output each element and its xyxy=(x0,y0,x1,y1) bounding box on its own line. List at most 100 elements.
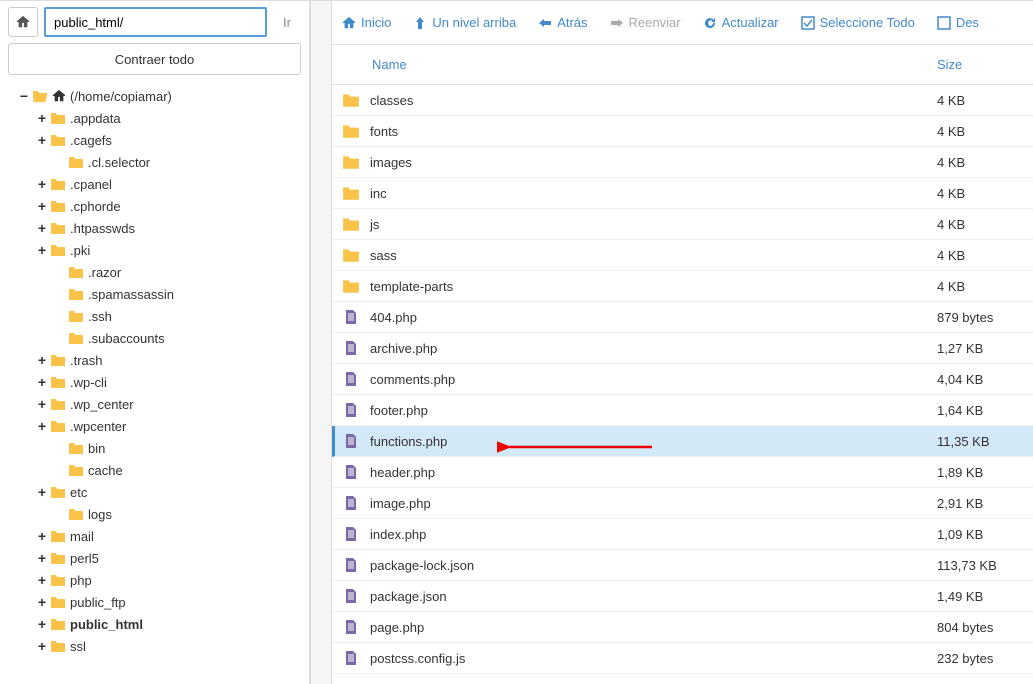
folder-open-icon xyxy=(32,89,48,103)
tree-toggle[interactable]: + xyxy=(36,638,48,654)
file-row[interactable]: images 4 KB xyxy=(332,147,1033,178)
home-button[interactable] xyxy=(8,7,38,37)
file-row[interactable]: 404.php 879 bytes xyxy=(332,302,1033,333)
file-size: 1,27 KB xyxy=(937,341,1023,356)
tree-root[interactable]: − (/home/copiamar) xyxy=(4,85,305,107)
tree-item[interactable]: + .wpcenter xyxy=(4,415,305,437)
tree-toggle[interactable]: + xyxy=(36,220,48,236)
file-icon xyxy=(340,400,362,420)
panel-divider[interactable] xyxy=(310,1,332,684)
collapse-all-button[interactable]: Contraer todo xyxy=(8,43,301,75)
tree-item[interactable]: logs xyxy=(4,503,305,525)
tree-toggle[interactable]: + xyxy=(36,396,48,412)
file-row[interactable]: postcss.config.js 232 bytes xyxy=(332,643,1033,674)
file-row[interactable]: package-lock.json 113,73 KB xyxy=(332,550,1033,581)
tree-toggle[interactable]: + xyxy=(36,484,48,500)
nivel-arriba-button[interactable]: Un nivel arriba xyxy=(413,15,516,30)
tree-toggle[interactable]: + xyxy=(36,176,48,192)
folder-icon xyxy=(68,287,84,301)
tree-label: php xyxy=(70,573,92,588)
column-size-header[interactable]: Size xyxy=(937,57,1023,72)
folder-icon xyxy=(50,243,66,257)
tree-toggle[interactable]: − xyxy=(18,88,30,104)
tree-item[interactable]: + .trash xyxy=(4,349,305,371)
tree-item[interactable]: + ssl xyxy=(4,635,305,657)
folder-icon xyxy=(50,617,66,631)
tree-item[interactable]: .razor xyxy=(4,261,305,283)
path-input[interactable] xyxy=(44,7,267,37)
tree-item[interactable]: .ssh xyxy=(4,305,305,327)
uncheck-icon xyxy=(937,16,951,30)
tree-item[interactable]: .subaccounts xyxy=(4,327,305,349)
tree-toggle[interactable]: + xyxy=(36,572,48,588)
file-icon xyxy=(340,369,362,389)
file-row[interactable]: footer.php 1,64 KB xyxy=(332,395,1033,426)
file-row[interactable]: index.php 1,09 KB xyxy=(332,519,1033,550)
folder-icon xyxy=(50,375,66,389)
file-row[interactable]: template-parts 4 KB xyxy=(332,271,1033,302)
tree-toggle[interactable]: + xyxy=(36,616,48,632)
tree-toggle[interactable]: + xyxy=(36,550,48,566)
file-row[interactable]: js 4 KB xyxy=(332,209,1033,240)
tree-toggle[interactable]: + xyxy=(36,374,48,390)
tree-toggle[interactable]: + xyxy=(36,110,48,126)
file-row[interactable]: page.php 804 bytes xyxy=(332,612,1033,643)
tree-toggle[interactable]: + xyxy=(36,198,48,214)
file-row[interactable]: header.php 1,89 KB xyxy=(332,457,1033,488)
file-row[interactable]: archive.php 1,27 KB xyxy=(332,333,1033,364)
tree-item[interactable]: .spamassassin xyxy=(4,283,305,305)
tree-toggle[interactable]: + xyxy=(36,132,48,148)
right-arrow-icon xyxy=(610,16,624,30)
file-row[interactable]: classes 4 KB xyxy=(332,85,1033,116)
tree-item[interactable]: + php xyxy=(4,569,305,591)
tree-item[interactable]: + mail xyxy=(4,525,305,547)
file-row[interactable]: image.php 2,91 KB xyxy=(332,488,1033,519)
folder-icon xyxy=(340,276,362,296)
folder-icon xyxy=(50,353,66,367)
check-icon xyxy=(801,16,815,30)
folder-icon xyxy=(50,397,66,411)
inicio-button[interactable]: Inicio xyxy=(342,15,391,30)
folder-icon xyxy=(50,573,66,587)
tree-item[interactable]: cache xyxy=(4,459,305,481)
tree-item[interactable]: + .appdata xyxy=(4,107,305,129)
tree-item[interactable]: + .cpanel xyxy=(4,173,305,195)
tree-toggle[interactable]: + xyxy=(36,528,48,544)
tree-toggle[interactable]: + xyxy=(36,418,48,434)
file-row[interactable]: inc 4 KB xyxy=(332,178,1033,209)
file-row[interactable]: sass 4 KB xyxy=(332,240,1033,271)
go-button[interactable]: Ir xyxy=(273,7,301,37)
tree-item[interactable]: + .pki xyxy=(4,239,305,261)
atras-button[interactable]: Atrás xyxy=(538,15,587,30)
seleccione-todo-button[interactable]: Seleccione Todo xyxy=(801,15,915,30)
toolbar-label: Inicio xyxy=(361,15,391,30)
file-row[interactable]: package.json 1,49 KB xyxy=(332,581,1033,612)
tree-item[interactable]: + .cphorde xyxy=(4,195,305,217)
tree-toggle[interactable]: + xyxy=(36,242,48,258)
actualizar-button[interactable]: Actualizar xyxy=(703,15,779,30)
tree-item[interactable]: .cl.selector xyxy=(4,151,305,173)
deseleccione-button[interactable]: Des xyxy=(937,15,979,30)
file-row[interactable]: fonts 4 KB xyxy=(332,116,1033,147)
tree-item[interactable]: + perl5 xyxy=(4,547,305,569)
tree-item[interactable]: + .wp_center xyxy=(4,393,305,415)
tree-item[interactable]: + public_html xyxy=(4,613,305,635)
file-row[interactable]: functions.php 11,35 KB xyxy=(332,426,1033,457)
tree-toggle[interactable]: + xyxy=(36,352,48,368)
toolbar-label: Actualizar xyxy=(722,15,779,30)
tree-label: ssl xyxy=(70,639,86,654)
reenviar-button: Reenviar xyxy=(610,15,681,30)
file-name: page.php xyxy=(370,620,937,635)
tree-item[interactable]: + .cagefs xyxy=(4,129,305,151)
tree-toggle[interactable]: + xyxy=(36,594,48,610)
file-row[interactable]: comments.php 4,04 KB xyxy=(332,364,1033,395)
tree-item[interactable]: bin xyxy=(4,437,305,459)
tree-item[interactable]: + public_ftp xyxy=(4,591,305,613)
tree-label: (/home/copiamar) xyxy=(70,89,172,104)
tree-item[interactable]: + .wp-cli xyxy=(4,371,305,393)
tree-item[interactable]: + .htpasswds xyxy=(4,217,305,239)
file-size: 4 KB xyxy=(937,124,1023,139)
folder-icon xyxy=(50,595,66,609)
tree-item[interactable]: + etc xyxy=(4,481,305,503)
column-name-header[interactable]: Name xyxy=(368,57,937,72)
